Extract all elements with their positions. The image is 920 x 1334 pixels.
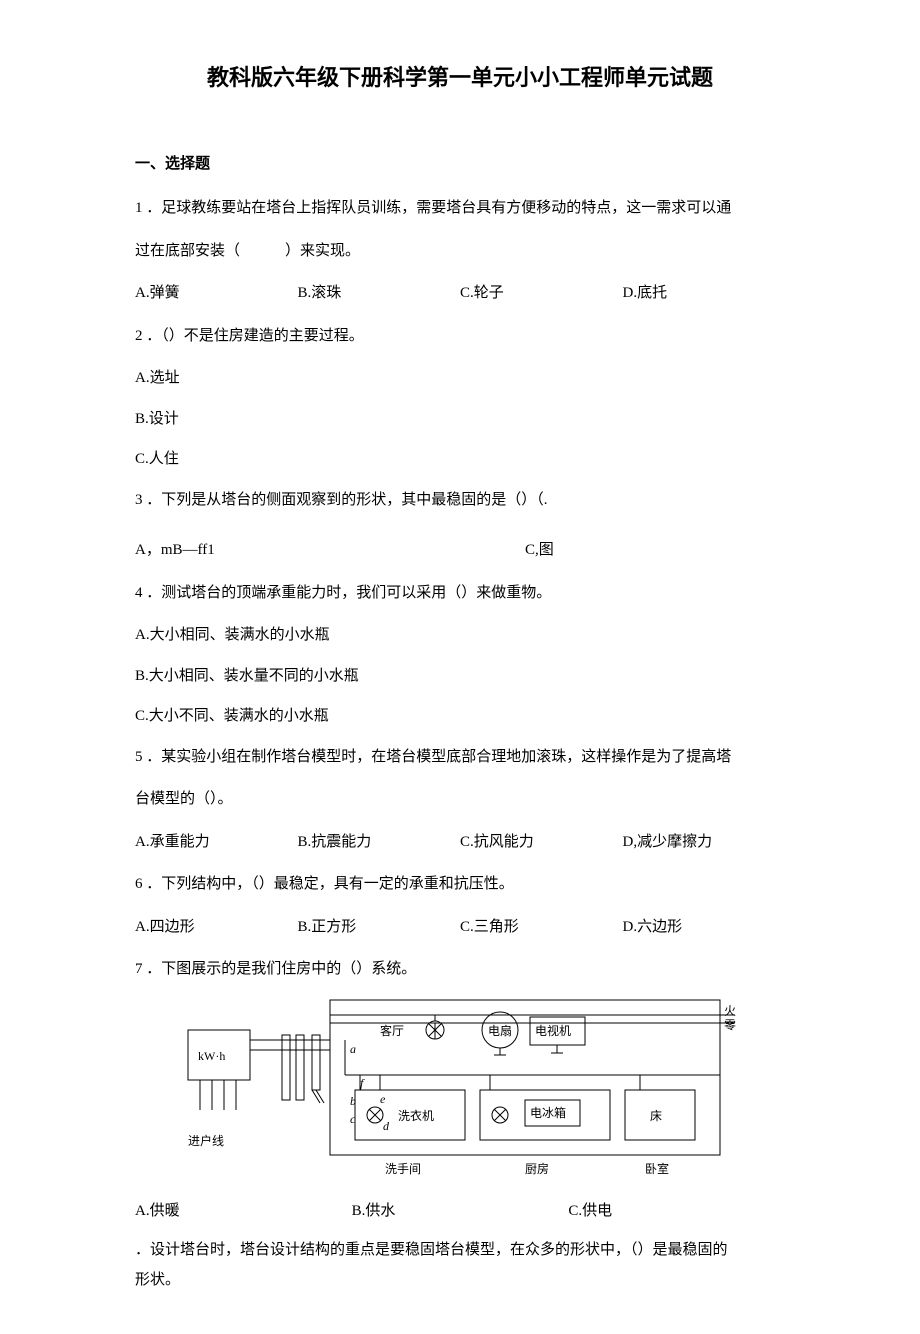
- q1-options: A.弹簧 B.滚珠 C.轮子 D.底托: [135, 276, 785, 311]
- q4-text: 4 ．测试塔台的顶端承重能力时，我们可以采用（）来做重物。: [135, 576, 785, 611]
- circuit-svg: kW·h 进户线 客厅 电扇 电视机 火 零 洗衣机 电冰箱 床 洗手间 厨房 …: [180, 995, 740, 1185]
- q7-opt-c: C.供电: [568, 1194, 785, 1229]
- q5-opt-c: C.抗风能力: [460, 825, 623, 860]
- q7-options: A.供暖 B.供水 C.供电: [135, 1194, 785, 1229]
- q1-opt-a: A.弹簧: [135, 276, 298, 311]
- q8: ．设计塔台时，塔台设计结构的重点是要稳固塔台模型，在众多的形状中，（）是最稳固的…: [135, 1236, 785, 1294]
- q8-line1: ．设计塔台时，塔台设计结构的重点是要稳固塔台模型，在众多的形状中，（）是最稳固的: [135, 1236, 785, 1264]
- q3-options: A，mB—ff1 C,图: [135, 533, 785, 568]
- q2-text: 2 ．（）不是住房建造的主要过程。: [135, 319, 785, 354]
- q3-text: 3 ．下列是从塔台的侧面观察到的形状，其中最稳固的是（）（.: [135, 483, 785, 518]
- q2-opt-b: B.设计: [135, 402, 785, 437]
- diagram-b: b: [350, 1094, 356, 1108]
- q5-opt-a: A.承重能力: [135, 825, 298, 860]
- q7-opt-a: A.供暖: [135, 1194, 352, 1229]
- diagram-neutral: 零: [724, 1018, 736, 1032]
- diagram-bedroom: 卧室: [645, 1161, 669, 1176]
- q1-line2: 过在底部安装（ ）来实现。: [135, 234, 785, 269]
- diagram-d: d: [383, 1119, 390, 1133]
- q6-options: A.四边形 B.正方形 C.三角形 D.六边形: [135, 910, 785, 945]
- diagram-c: c: [350, 1112, 356, 1126]
- q2-opt-a: A.选址: [135, 361, 785, 396]
- circuit-diagram: kW·h 进户线 客厅 电扇 电视机 火 零 洗衣机 电冰箱 床 洗手间 厨房 …: [135, 995, 785, 1190]
- diagram-kitchen: 厨房: [525, 1161, 549, 1176]
- q8-line2: 形状。: [135, 1266, 785, 1294]
- q1-opt-b: B.滚珠: [298, 276, 461, 311]
- q6-opt-b: B.正方形: [298, 910, 461, 945]
- q4-opt-c: C.大小不同、装满水的小水瓶: [135, 699, 785, 734]
- diagram-bathroom: 洗手间: [385, 1162, 421, 1176]
- diagram-washer: 洗衣机: [398, 1108, 434, 1123]
- diagram-fridge: 电冰箱: [530, 1105, 566, 1120]
- q7-opt-b: B.供水: [352, 1194, 569, 1229]
- q5-line1: 5 ．某实验小组在制作塔台模型时，在塔台模型底部合理地加滚珠，这样操作是为了提高…: [135, 740, 785, 775]
- section-heading: 一、选择题: [135, 152, 785, 173]
- q1-opt-d: D.底托: [623, 276, 786, 311]
- diagram-inlet: 进户线: [188, 1133, 224, 1148]
- page-title: 教科版六年级下册科学第一单元小小工程师单元试题: [135, 60, 785, 92]
- q5-opt-d: D,减少摩擦力: [623, 825, 786, 860]
- q1-line1: 1 ．足球教练要站在塔台上指挥队员训练，需要塔台具有方便移动的特点，这一需求可以…: [135, 191, 785, 226]
- diagram-kwh: kW·h: [198, 1049, 225, 1063]
- q3-opt-left: A，mB—ff1: [135, 533, 525, 568]
- diagram-a: a: [350, 1042, 356, 1056]
- diagram-bed: 床: [650, 1109, 662, 1123]
- diagram-fan: 电扇: [488, 1023, 512, 1038]
- q6-opt-a: A.四边形: [135, 910, 298, 945]
- q6-text: 6 ．下列结构中，（）最稳定，具有一定的承重和抗压性。: [135, 867, 785, 902]
- diagram-living-room: 客厅: [380, 1023, 404, 1038]
- q6-opt-d: D.六边形: [623, 910, 786, 945]
- q2-opt-c: C.人住: [135, 442, 785, 477]
- diagram-f: f: [360, 1076, 365, 1090]
- diagram-live: 火: [724, 1004, 736, 1018]
- diagram-e: e: [380, 1092, 386, 1106]
- q6-opt-c: C.三角形: [460, 910, 623, 945]
- q5-line2: 台模型的（）。: [135, 782, 785, 817]
- q1-opt-c: C.轮子: [460, 276, 623, 311]
- q5-options: A.承重能力 B.抗震能力 C.抗风能力 D,减少摩擦力: [135, 825, 785, 860]
- q3-opt-right: C,图: [525, 533, 785, 568]
- q4-opt-a: A.大小相同、装满水的小水瓶: [135, 618, 785, 653]
- q5-opt-b: B.抗震能力: [298, 825, 461, 860]
- diagram-tv: 电视机: [535, 1023, 571, 1038]
- q4-opt-b: B.大小相同、装水量不同的小水瓶: [135, 659, 785, 694]
- q7-text: 7 ．下图展示的是我们住房中的（）系统。: [135, 952, 785, 987]
